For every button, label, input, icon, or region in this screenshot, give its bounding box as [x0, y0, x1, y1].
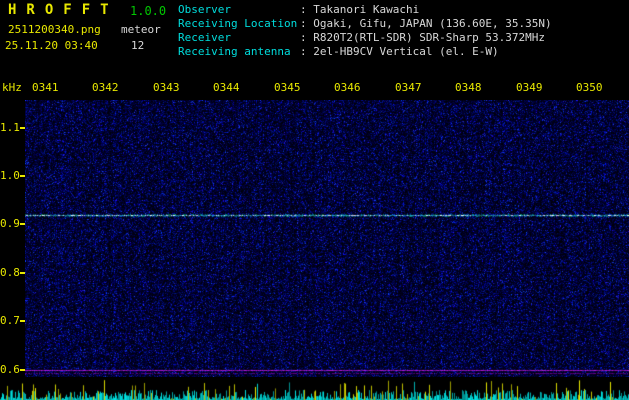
info-value: : R820T2(RTL-SDR) SDR-Sharp 53.372MHz — [300, 31, 546, 44]
freq-label: 1.0 — [0, 169, 20, 182]
freq-unit-label: kHz — [2, 81, 22, 94]
freq-label: 1.1 — [0, 121, 20, 134]
time-label: 0342 — [92, 81, 119, 94]
app-title: HROFFT — [8, 2, 119, 18]
level-meter-canvas — [0, 378, 629, 400]
time-label: 0341 — [32, 81, 59, 94]
info-row-observer: Observer : Takanori Kawachi — [178, 3, 552, 17]
time-label: 0349 — [516, 81, 543, 94]
time-label: 0345 — [274, 81, 301, 94]
spectrogram-canvas — [25, 100, 629, 377]
echo-count: 12 — [131, 39, 145, 52]
info-row-location: Receiving Location : Ogaki, Gifu, JAPAN … — [178, 17, 552, 31]
info-label: Observer — [178, 3, 231, 16]
output-filename: 2511200340.png — [8, 23, 101, 36]
time-label: 0344 — [213, 81, 240, 94]
info-value: : Takanori Kawachi — [300, 3, 420, 16]
info-value: : 2el-HB9CV Vertical (el. E-W) — [300, 45, 499, 58]
time-label: 0346 — [334, 81, 361, 94]
time-label: 0350 — [576, 81, 603, 94]
freq-label: 0.8 — [0, 266, 20, 279]
time-label: 0347 — [395, 81, 422, 94]
observation-datetime: 25.11.20 03:40 — [5, 39, 98, 52]
info-row-receiver: Receiver : R820T2(RTL-SDR) SDR-Sharp 53.… — [178, 31, 552, 45]
info-label: Receiving antenna — [178, 45, 291, 58]
hrofft-window: HROFFT 1.0.0 2511200340.png meteor 25.11… — [0, 0, 629, 400]
observation-mode: meteor — [121, 23, 161, 36]
freq-label: 0.9 — [0, 217, 20, 230]
station-info: Observer : Takanori Kawachi Receiving Lo… — [178, 3, 552, 59]
time-label: 0343 — [153, 81, 180, 94]
info-row-antenna: Receiving antenna : 2el-HB9CV Vertical (… — [178, 45, 552, 59]
info-label: Receiving Location — [178, 17, 298, 30]
freq-label: 0.7 — [0, 314, 20, 327]
info-value: : Ogaki, Gifu, JAPAN (136.60E, 35.35N) — [300, 17, 552, 30]
freq-label: 0.6 — [0, 363, 20, 376]
time-label: 0348 — [455, 81, 482, 94]
info-label: Receiver — [178, 31, 231, 44]
app-version: 1.0.0 — [130, 4, 167, 18]
